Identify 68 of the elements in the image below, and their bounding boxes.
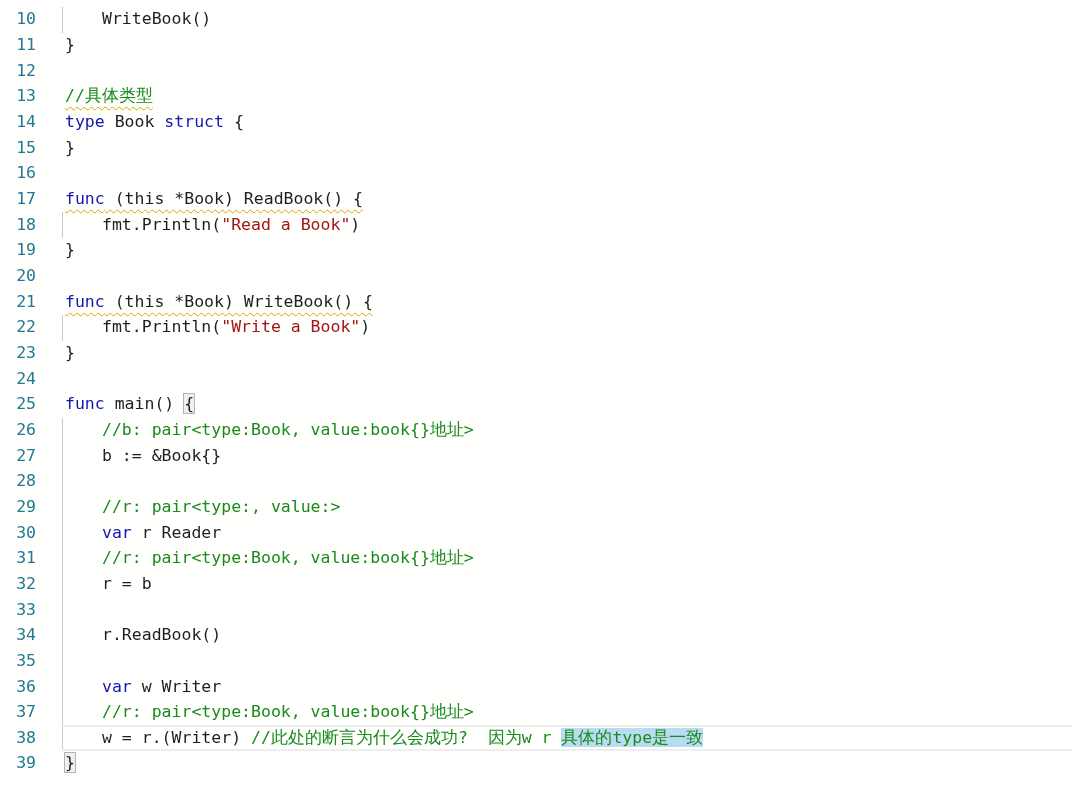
line-number: 36: [15, 675, 36, 698]
keyword-text: func: [65, 189, 105, 209]
matched-bracket: {: [184, 394, 195, 414]
keyword-text: func: [65, 291, 105, 311]
keyword-text: var: [102, 522, 132, 542]
code-text: (this *Book) WriteBook() {: [113, 291, 373, 311]
line-number: 18: [15, 213, 36, 236]
code-text: fmt.Println(: [102, 317, 222, 337]
line-number: 30: [15, 521, 36, 544]
line-number: 16: [15, 162, 36, 185]
line-number: 25: [15, 393, 36, 416]
code-text: b := &Book{}: [102, 445, 222, 465]
matched-bracket: }: [65, 753, 75, 773]
string-text: "Write a Book": [221, 317, 361, 337]
line-number: 32: [15, 572, 36, 595]
code-text: }: [65, 137, 75, 157]
comment-text: //r: pair<type:, value:>: [102, 496, 341, 516]
code-text: ): [360, 317, 371, 337]
code-text: fmt.Println(: [102, 214, 222, 234]
line-number: 34: [15, 624, 36, 647]
line-number: 11: [15, 34, 36, 57]
line-number: 13: [15, 85, 36, 108]
line-number: 20: [15, 265, 36, 287]
code-text: }: [65, 343, 75, 362]
line-number: 28: [15, 470, 36, 493]
code-text: r Reader: [140, 522, 222, 542]
line-number: 37: [15, 701, 36, 724]
string-text: "Read a Book": [221, 214, 351, 234]
code-text: WriteBook(): [102, 9, 212, 29]
line-number: 27: [15, 444, 36, 467]
line-number: 17: [15, 188, 36, 211]
code-text: }: [65, 35, 75, 55]
line-number: 22: [15, 316, 36, 339]
comment-text: //此处的断言为什么会成功? 因为w r: [251, 727, 553, 747]
line-number: 21: [15, 290, 36, 313]
line-number: 31: [15, 547, 36, 570]
line-number: 24: [15, 367, 36, 390]
keyword-text: var: [102, 676, 132, 696]
line-number: 12: [15, 59, 36, 82]
line-number: 23: [15, 342, 36, 364]
line-number: 29: [15, 495, 36, 518]
line-number: 15: [15, 136, 36, 159]
line-number: 14: [15, 111, 36, 134]
line-number: 39: [15, 752, 36, 775]
selected-text: 具体的type是一致: [561, 727, 704, 747]
line-number: 35: [15, 649, 36, 672]
line-number: 10: [15, 8, 36, 31]
code-text: r.ReadBook(): [102, 625, 222, 645]
code-text: ): [350, 214, 361, 234]
code-text: main(): [113, 394, 176, 414]
code-text: w Writer: [140, 676, 222, 696]
code-text: w = r.(Writer): [102, 727, 243, 747]
code-text: Book: [113, 112, 156, 132]
keyword-text: type: [65, 112, 105, 132]
comment-text: //具体类型: [65, 86, 153, 106]
comment-text: //r: pair<type:Book, value:book{}地址>: [102, 548, 474, 568]
keyword-text: struct: [164, 112, 224, 132]
line-number: 33: [15, 598, 36, 621]
comment-text: //r: pair<type:Book, value:book{}地址>: [102, 702, 474, 722]
code-text: r = b: [102, 573, 152, 593]
code-text: {: [232, 112, 244, 132]
code-text: (this *Book) ReadBook() {: [113, 189, 364, 209]
code-text: }: [65, 240, 75, 260]
line-number: 26: [15, 418, 36, 441]
comment-text: //b: pair<type:Book, value:book{}地址>: [102, 419, 474, 439]
keyword-text: func: [65, 394, 105, 414]
line-number: 38: [15, 726, 36, 749]
line-number: 19: [15, 239, 36, 262]
